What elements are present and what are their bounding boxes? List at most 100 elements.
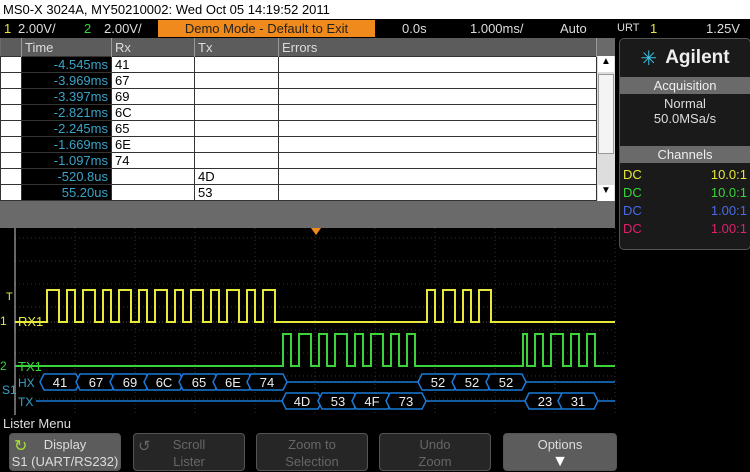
- tx-label: TX: [18, 395, 33, 409]
- acquisition-header[interactable]: Acquisition: [620, 77, 750, 94]
- agilent-logo-icon: ✳: [640, 47, 658, 70]
- cell-tx: [194, 152, 279, 169]
- header-time[interactable]: Time: [21, 38, 112, 57]
- row-select[interactable]: [0, 72, 22, 89]
- cell-time: -2.821ms: [21, 104, 112, 121]
- row-select[interactable]: [0, 152, 22, 169]
- display-button[interactable]: ↻ Display S1 (UART/RS232): [9, 433, 121, 471]
- cell-time: -1.669ms: [21, 136, 112, 153]
- ch2-marker[interactable]: 2: [0, 359, 7, 373]
- demo-mode-banner[interactable]: Demo Mode - Default to Exit: [158, 20, 375, 37]
- channel-row[interactable]: DC 10.0:1: [620, 184, 750, 202]
- cell-time: -3.397ms: [21, 88, 112, 105]
- cell-errors: [278, 136, 597, 153]
- scroll-down-icon[interactable]: ▼: [598, 185, 614, 201]
- lister-table-panel: Time Rx Tx Errors -4.545ms 41 -3.969ms 67 -3…: [0, 38, 615, 228]
- scroll-thumb[interactable]: [598, 74, 614, 154]
- header-errors[interactable]: Errors: [278, 38, 597, 57]
- header-tx[interactable]: Tx: [194, 38, 279, 57]
- tx1-waveform: [15, 333, 615, 367]
- decoded-byte[interactable]: 52: [485, 373, 527, 391]
- cell-time: 55.20us: [21, 184, 112, 201]
- ch1-number[interactable]: 1: [4, 19, 11, 38]
- row-select[interactable]: [0, 184, 22, 201]
- table-row[interactable]: -520.8us 4D: [0, 168, 597, 185]
- row-select[interactable]: [0, 88, 22, 105]
- cell-errors: [278, 120, 597, 137]
- cell-tx: [194, 136, 279, 153]
- cell-errors: [278, 88, 597, 105]
- trigger-channel: 1: [650, 21, 658, 36]
- rotate-knob-icon: ↻: [14, 438, 28, 455]
- options-button[interactable]: Options ▼: [503, 433, 617, 471]
- byte-value: 53: [331, 394, 345, 409]
- ch1-marker[interactable]: 1: [0, 314, 7, 328]
- button-line1: Undo: [419, 437, 451, 452]
- lister-scrollbar[interactable]: ▲ ▼: [597, 56, 615, 201]
- decoded-byte[interactable]: 73: [385, 392, 427, 410]
- delay[interactable]: 0.0s: [402, 19, 427, 38]
- rx1-label: RX1: [18, 314, 43, 329]
- table-row[interactable]: -2.821ms 6C: [0, 104, 597, 121]
- table-row[interactable]: 55.20us 53: [0, 184, 597, 201]
- cell-rx: 74: [111, 152, 195, 169]
- timebase[interactable]: 1.000ms/: [470, 19, 523, 38]
- header-rx[interactable]: Rx: [111, 38, 195, 57]
- row-select[interactable]: [0, 136, 22, 153]
- trigger-position-marker: [311, 228, 321, 235]
- channel-coupling: DC: [623, 221, 642, 236]
- menu-title: Lister Menu: [3, 416, 71, 431]
- button-line1: Options: [537, 437, 583, 452]
- table-row[interactable]: -2.245ms 65: [0, 120, 597, 137]
- decoded-byte[interactable]: 4D: [281, 392, 323, 410]
- window-title: MS0-X 3024A, MY50210002: Wed Oct 05 14:1…: [0, 0, 750, 19]
- rx1-waveform: [15, 289, 615, 323]
- cell-rx: 69: [111, 88, 195, 105]
- row-select[interactable]: [0, 168, 22, 185]
- trigger-level[interactable]: 1.25V: [706, 19, 740, 38]
- table-row[interactable]: -1.669ms 6E: [0, 136, 597, 153]
- channel-row[interactable]: DC 1.00:1: [620, 220, 750, 238]
- brand: Agilent: [665, 47, 730, 68]
- trigger-mode[interactable]: Auto: [560, 19, 587, 38]
- select-header: [0, 38, 22, 57]
- table-row[interactable]: -3.397ms 69: [0, 88, 597, 105]
- table-row[interactable]: -1.097ms 74: [0, 152, 597, 169]
- arrow-down-icon: ▼: [552, 453, 568, 470]
- cell-rx: 41: [111, 56, 195, 73]
- decoded-byte[interactable]: 74: [246, 373, 288, 391]
- row-select[interactable]: [0, 120, 22, 137]
- ch2-scale[interactable]: 2.00V/: [104, 19, 142, 38]
- button-line2: Lister: [173, 454, 205, 469]
- byte-value: 52: [499, 375, 513, 390]
- cell-tx: 4D: [194, 168, 279, 185]
- ch2-number[interactable]: 2: [84, 19, 91, 38]
- channels-header[interactable]: Channels: [620, 146, 750, 163]
- button-line2: S1 (UART/RS232): [11, 454, 119, 469]
- scroll-lister-button[interactable]: ↺ Scroll Lister: [133, 433, 245, 471]
- undo-zoom-button[interactable]: Undo Zoom: [379, 433, 491, 471]
- sample-rate: 50.0MSa/s: [653, 111, 717, 126]
- ch1-scale[interactable]: 2.00V/: [18, 19, 56, 38]
- cell-errors: [278, 104, 597, 121]
- zoom-to-selection-button[interactable]: Zoom to Selection: [256, 433, 368, 471]
- byte-value: 65: [192, 375, 206, 390]
- decoded-byte[interactable]: 6C: [143, 373, 185, 391]
- cell-errors: [278, 152, 597, 169]
- status-bar: 1 2.00V/ 2 2.00V/ Demo Mode - Default to…: [0, 19, 750, 38]
- byte-value: 6C: [156, 375, 173, 390]
- decoded-byte[interactable]: 31: [557, 392, 599, 410]
- channel-row[interactable]: DC 10.0:1: [620, 166, 750, 184]
- row-select[interactable]: [0, 104, 22, 121]
- channel-row[interactable]: DC 1.00:1: [620, 202, 750, 220]
- trigger-type: URT: [617, 22, 640, 34]
- waveform-display[interactable]: T 1 RX1 2 TX1 S1 HX TX 41 67 69 6C 65 6E 74 52 5…: [0, 228, 619, 415]
- cell-errors: [278, 72, 597, 89]
- scroll-up-icon[interactable]: ▲: [598, 56, 614, 72]
- serial-marker[interactable]: S1: [2, 383, 17, 397]
- decoded-byte[interactable]: 41: [39, 373, 81, 391]
- cell-time: -1.097ms: [21, 152, 112, 169]
- table-row[interactable]: -4.545ms 41: [0, 56, 597, 73]
- row-select[interactable]: [0, 56, 22, 73]
- table-row[interactable]: -3.969ms 67: [0, 72, 597, 89]
